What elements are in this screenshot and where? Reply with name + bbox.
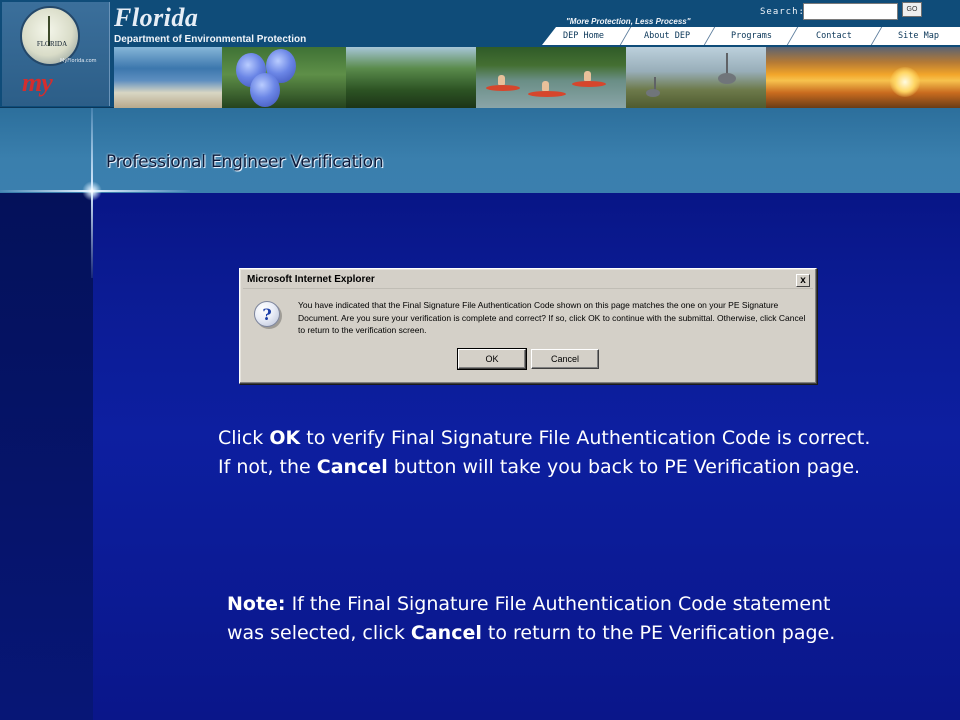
note-text: Note: If the Final Signature File Authen… (227, 590, 867, 648)
florida-seal-icon: FLORIDA (20, 6, 80, 66)
search-label: Search: (760, 7, 805, 17)
nav-contact[interactable]: Contact (787, 27, 882, 45)
myflorida-link[interactable]: MyFlorida.com (60, 58, 97, 64)
tagline: "More Protection, Less Process" (566, 17, 691, 26)
kayak (528, 91, 566, 97)
slide-title: Professional Engineer Verification (106, 152, 384, 172)
kayak (486, 85, 520, 91)
nav-label: Programs (730, 31, 772, 41)
sunset-photo (766, 47, 960, 108)
ok-button[interactable]: OK (457, 348, 527, 370)
photo-strip (114, 47, 960, 108)
instruction-text: Click OK to verify Final Signature File … (218, 424, 878, 482)
light-flare (82, 181, 102, 201)
sun (890, 67, 920, 97)
paddler (542, 81, 549, 91)
crane-body (646, 89, 660, 97)
dep-header: FLORIDA my MyFlorida.com Florida Departm… (0, 0, 960, 108)
logo-panel: FLORIDA my MyFlorida.com (2, 2, 110, 106)
paddler (498, 75, 505, 85)
cancel-button[interactable]: Cancel (531, 349, 599, 369)
dialog-message: You have indicated that the Final Signat… (298, 300, 806, 335)
nav-label: Contact (816, 31, 853, 41)
myflorida-logo[interactable]: my (22, 68, 53, 98)
department-name: Department of Environmental Protection (114, 34, 307, 45)
text-run: Click (218, 427, 270, 449)
question-icon: ? (254, 301, 280, 327)
dialog-titlebar: Microsoft Internet Explorer x (243, 272, 813, 289)
kayak (572, 81, 606, 87)
nav-label: About DEP (644, 31, 691, 41)
cancel-keyword: Cancel (316, 456, 388, 478)
nav-bar: DEP Home About DEP Programs Contact Site… (542, 27, 960, 45)
nav-label: DEP Home (562, 31, 604, 41)
left-band (0, 193, 93, 720)
florida-wordmark: Florida (114, 3, 199, 32)
crane-photo (626, 47, 766, 108)
ok-keyword: OK (269, 427, 301, 449)
close-icon[interactable]: x (796, 274, 810, 287)
text-run: button will take you back to PE Verifica… (387, 456, 861, 478)
nav-label: Site Map (898, 31, 940, 41)
crane-body (718, 73, 736, 84)
paddler (584, 71, 591, 81)
flower-petal (250, 73, 280, 107)
seal-label: FLORIDA (36, 40, 68, 48)
nav-programs[interactable]: Programs (703, 27, 798, 45)
text-run: to return to the PE Verification page. (481, 622, 836, 644)
search-input[interactable] (803, 3, 898, 20)
note-label: Note: (227, 593, 286, 615)
cancel-keyword: Cancel (410, 622, 482, 644)
nav-site-map[interactable]: Site Map (870, 27, 960, 45)
confirm-dialog: Microsoft Internet Explorer x ? You have… (239, 268, 817, 384)
crane-neck (726, 53, 728, 75)
dialog-title: Microsoft Internet Explorer (247, 274, 375, 285)
trees-photo (346, 47, 476, 108)
title-band (0, 108, 960, 193)
kayak-photo (476, 47, 626, 108)
flower-photo (222, 47, 346, 108)
go-button[interactable]: GO (902, 2, 922, 17)
nav-about-dep[interactable]: About DEP (619, 27, 714, 45)
beach-photo (114, 47, 222, 108)
nav-dep-home[interactable]: DEP Home (542, 27, 630, 45)
